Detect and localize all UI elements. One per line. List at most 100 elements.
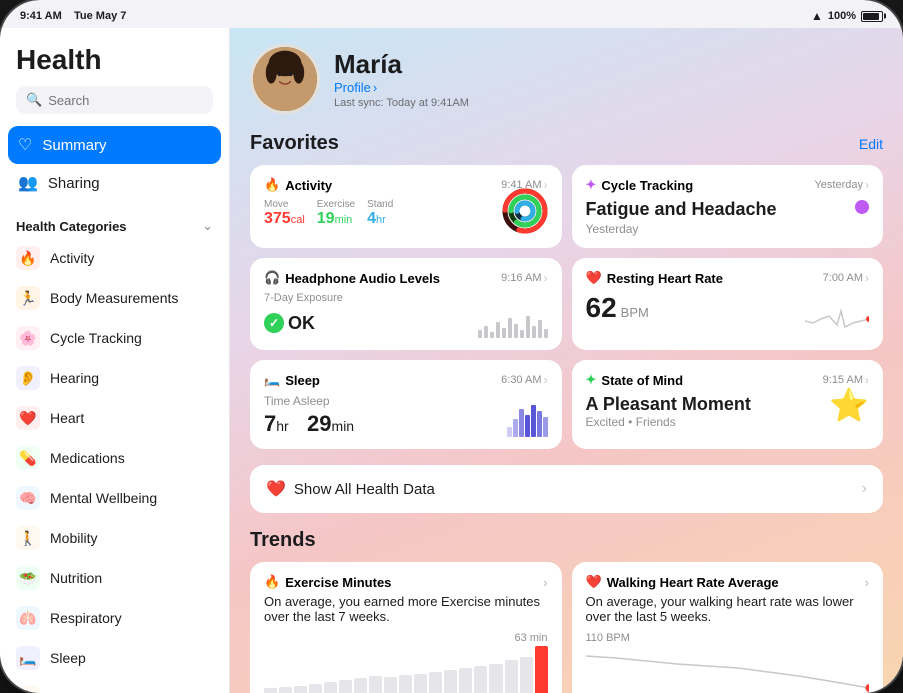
battery-icon (861, 11, 883, 22)
walking-heart-chevron: › (865, 575, 869, 590)
cycle-date: Yesterday (586, 222, 870, 236)
edit-link[interactable]: Edit (859, 136, 883, 152)
profile-link[interactable]: Profile › (334, 80, 469, 95)
exercise-value: 19min (317, 210, 355, 228)
search-icon: 🔍 (26, 92, 42, 108)
bpm-value: 62 (586, 292, 617, 324)
hearing-label: Hearing (50, 370, 99, 386)
category-item-sleep[interactable]: 🛏️ Sleep (0, 638, 229, 678)
search-bar[interactable]: 🔍 🎤 (16, 86, 213, 114)
categories-chevron[interactable]: ⌄ (202, 218, 213, 234)
profile-section: María Profile › Last sync: Today at 9:41… (250, 44, 883, 114)
heart-card-title: ❤️ Resting Heart Rate (586, 270, 724, 286)
cycle-icon: 🌸 (16, 326, 40, 350)
show-all-text: Show All Health Data (294, 481, 854, 498)
stand-num: 4 (367, 210, 376, 227)
walking-heart-trend-card[interactable]: ❤️ Walking Heart Rate Average › On avera… (572, 562, 884, 693)
categories-title: Health Categories (16, 219, 127, 234)
summary-label: Summary (42, 137, 106, 154)
bar-6 (508, 318, 512, 338)
activity-icon: 🔥 (16, 246, 40, 270)
mental-icon: 🧠 (16, 486, 40, 510)
sleep-card[interactable]: 🛏️ Sleep 6:30 AM › Time Asleep 7hr (250, 360, 562, 449)
headphone-icon: 🎧 (264, 270, 280, 286)
sleep-value: 7hr 29min (264, 411, 548, 437)
avatar (250, 44, 320, 114)
bpm-unit: BPM (621, 305, 649, 320)
body-label: Body Measurements (50, 290, 178, 306)
headphone-bars-chart (478, 308, 548, 338)
exercise-trend-icon: 🔥 (264, 574, 280, 590)
sidebar-nav: ♡ Summary 👥 Sharing (0, 122, 229, 206)
headphone-card[interactable]: 🎧 Headphone Audio Levels 9:16 AM › 7-Day… (250, 258, 562, 350)
sidebar-header: Health 🔍 🎤 (0, 28, 229, 122)
sidebar-item-summary[interactable]: ♡ Summary (8, 126, 221, 164)
sidebar: Health 🔍 🎤 ♡ Summary 👥 Sharing (0, 28, 230, 693)
show-all-card[interactable]: ❤️ Show All Health Data › (250, 465, 883, 513)
category-item-body-measurements[interactable]: 🏃 Body Measurements (0, 278, 229, 318)
show-all-heart-icon: ❤️ (266, 479, 286, 499)
bar-4 (496, 322, 500, 338)
sleep-time-val: 6:30 AM (501, 374, 541, 386)
category-item-nutrition[interactable]: 🥗 Nutrition (0, 558, 229, 598)
move-unit: cal (291, 214, 305, 226)
mind-card-header: ✦ State of Mind 9:15 AM › (586, 372, 870, 388)
status-bar: 9:41 AM Tue May 7 ▲ 100% (0, 0, 903, 28)
resting-heart-card[interactable]: ❤️ Resting Heart Rate 7:00 AM › 62 BPM (572, 258, 884, 350)
battery-percent: 100% (828, 10, 856, 22)
sleep-minutes: 29 (307, 411, 331, 436)
sharing-label: Sharing (48, 175, 100, 192)
cycle-tracking-card[interactable]: ✦ Cycle Tracking Yesterday › Fatigue and… (572, 165, 884, 248)
cycle-dot-indicator (855, 200, 869, 214)
exercise-stat: Exercise 19min (317, 199, 355, 228)
heart-card-header: ❤️ Resting Heart Rate 7:00 AM › (586, 270, 870, 286)
category-item-hearing[interactable]: 👂 Hearing (0, 358, 229, 398)
activity-card[interactable]: 🔥 Activity 9:41 AM › Move (250, 165, 562, 248)
sleep-title-text: Sleep (285, 373, 320, 388)
category-item-respiratory[interactable]: 🫁 Respiratory (0, 598, 229, 638)
category-item-activity[interactable]: 🔥 Activity (0, 238, 229, 278)
category-item-symptoms[interactable]: 🚶 Symptoms (0, 678, 229, 693)
medications-label: Medications (50, 450, 125, 466)
nutrition-icon: 🥗 (16, 566, 40, 590)
categories-section-header: Health Categories ⌄ (0, 206, 229, 238)
category-item-mobility[interactable]: 🚶 Mobility (0, 518, 229, 558)
trends-header: Trends (250, 529, 883, 552)
category-item-cycle[interactable]: 🌸 Cycle Tracking (0, 318, 229, 358)
summary-icon: ♡ (18, 135, 32, 155)
min-unit: min (332, 418, 355, 434)
app-title: Health (16, 44, 213, 76)
sidebar-item-sharing[interactable]: 👥 Sharing (8, 164, 221, 202)
headphone-card-title: 🎧 Headphone Audio Levels (264, 270, 440, 286)
ok-badge: ✓ OK (264, 313, 315, 334)
move-stat: Move 375cal (264, 199, 305, 228)
bar-1 (478, 330, 482, 338)
favorites-grid: 🔥 Activity 9:41 AM › Move (250, 165, 883, 449)
cycle-label: Cycle Tracking (50, 330, 142, 346)
sleep-card-header: 🛏️ Sleep 6:30 AM › (264, 372, 548, 388)
sharing-icon: 👥 (18, 173, 38, 193)
mood-text: A Pleasant Moment (586, 394, 870, 415)
nutrition-label: Nutrition (50, 570, 102, 586)
activity-ring-chart (502, 188, 548, 234)
profile-info: María Profile › Last sync: Today at 9:41… (334, 49, 469, 109)
cycle-title-text: Cycle Tracking (601, 178, 693, 193)
bar-11 (538, 320, 542, 338)
heart-time: 7:00 AM › (823, 271, 869, 285)
cycle-time: Yesterday › (814, 178, 869, 192)
profile-link-text: Profile (334, 80, 371, 95)
headphone-chevron: › (544, 271, 548, 285)
category-item-medications[interactable]: 💊 Medications (0, 438, 229, 478)
respiratory-label: Respiratory (50, 610, 122, 626)
bar-12 (544, 329, 548, 338)
mood-sub: Excited • Friends (586, 415, 870, 429)
activity-label: Activity (50, 250, 94, 266)
search-input[interactable] (48, 93, 224, 108)
respiratory-icon: 🫁 (16, 606, 40, 630)
heart-icon: ❤️ (16, 406, 40, 430)
exercise-trend-card[interactable]: 🔥 Exercise Minutes › On average, you ear… (250, 562, 562, 693)
mobility-icon: 🚶 (16, 526, 40, 550)
category-item-mental[interactable]: 🧠 Mental Wellbeing (0, 478, 229, 518)
state-of-mind-card[interactable]: ✦ State of Mind 9:15 AM › A Pleasant Mom… (572, 360, 884, 449)
category-item-heart[interactable]: ❤️ Heart (0, 398, 229, 438)
